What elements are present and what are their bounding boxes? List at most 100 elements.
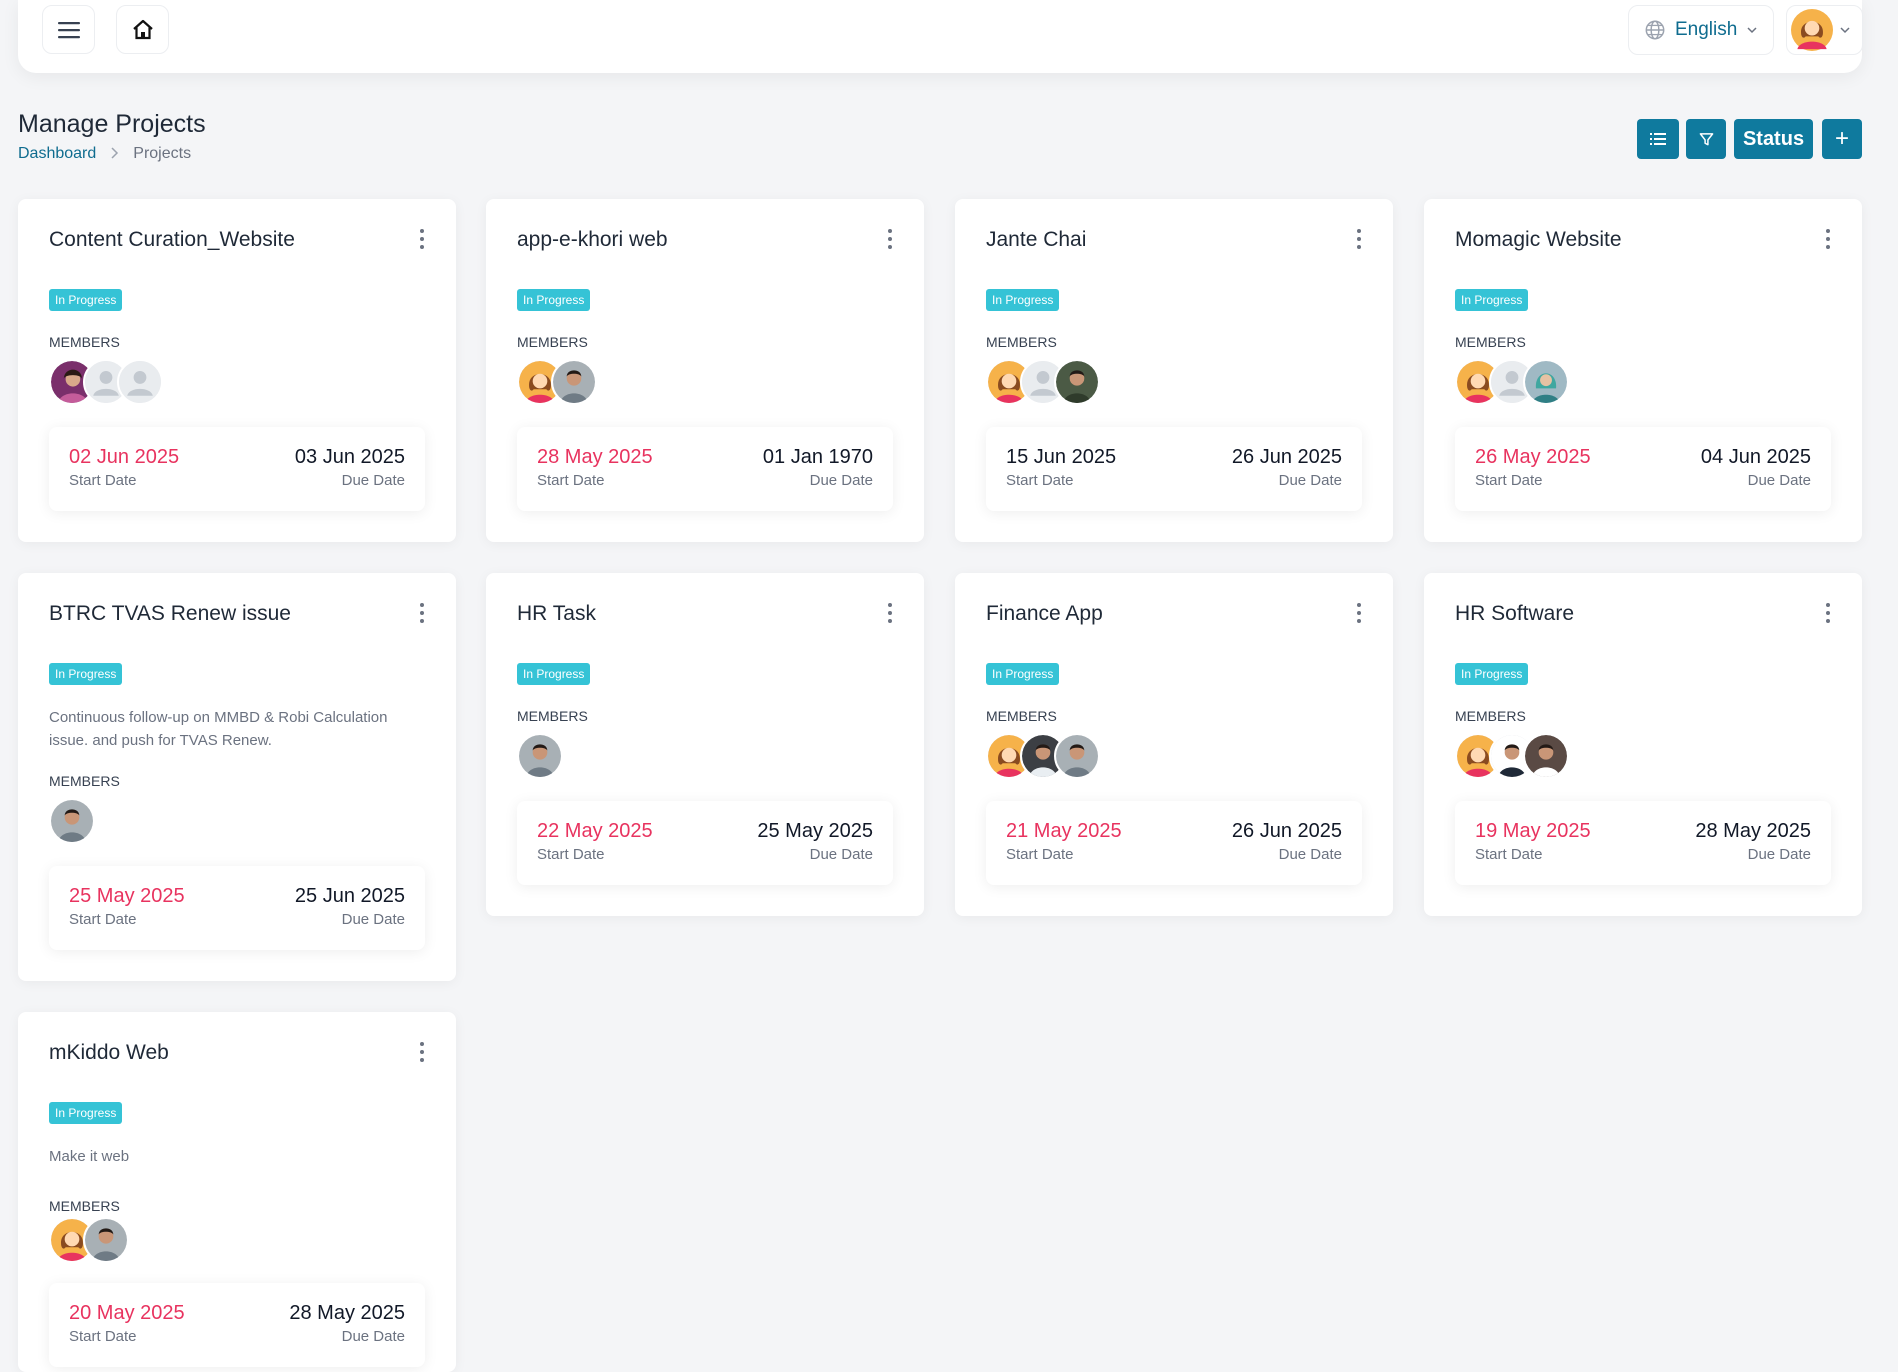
due-date-label: Due Date xyxy=(809,472,873,489)
project-card[interactable]: BTRC TVAS Renew issue In Progress Continuo… xyxy=(18,573,456,981)
more-options-icon[interactable] xyxy=(416,1042,428,1062)
members-label: MEMBERS xyxy=(1455,708,1526,724)
due-date-label: Due Date xyxy=(341,911,405,928)
start-date-label: Start Date xyxy=(537,846,605,863)
due-date-value: 01 Jan 1970 xyxy=(762,446,873,468)
project-title[interactable]: Finance App xyxy=(986,602,1103,626)
project-card[interactable]: app-e-khori web In Progress MEMBERS 28 May … xyxy=(486,199,924,542)
start-date-value: 21 May 2025 xyxy=(1006,820,1122,842)
more-options-icon[interactable] xyxy=(1822,603,1834,623)
filter-icon xyxy=(1699,132,1713,145)
member-avatar[interactable] xyxy=(551,359,597,405)
home-button[interactable] xyxy=(116,5,169,54)
due-date-label: Due Date xyxy=(1278,472,1342,489)
more-options-icon[interactable] xyxy=(1822,229,1834,249)
more-options-icon[interactable] xyxy=(884,603,896,623)
user-avatar xyxy=(1791,9,1833,51)
member-avatar[interactable] xyxy=(1523,733,1569,779)
member-avatars xyxy=(49,359,163,405)
globe-icon xyxy=(1645,20,1665,40)
due-date-value: 28 May 2025 xyxy=(289,1302,405,1324)
chevron-down-icon xyxy=(1840,27,1850,34)
due-date-value: 26 Jun 2025 xyxy=(1231,446,1342,468)
breadcrumb-current: Projects xyxy=(133,145,192,162)
start-date-value: 02 Jun 2025 xyxy=(69,446,180,468)
status-badge: In Progress xyxy=(49,289,123,311)
members-label: MEMBERS xyxy=(986,708,1057,724)
date-panel: 20 May 2025 28 May 2025 Start Date Due Date xyxy=(49,1283,425,1367)
date-panel: 02 Jun 2025 03 Jun 2025 Start Date Due Date xyxy=(49,427,425,511)
filter-button[interactable] xyxy=(1686,119,1726,159)
more-options-icon[interactable] xyxy=(1353,603,1365,623)
due-date-label: Due Date xyxy=(341,1328,405,1345)
project-title[interactable]: BTRC TVAS Renew issue xyxy=(49,602,291,626)
due-date-label: Due Date xyxy=(1278,846,1342,863)
chevron-right-icon xyxy=(110,146,119,162)
members-label: MEMBERS xyxy=(49,334,120,350)
members-label: MEMBERS xyxy=(49,1198,120,1214)
status-button[interactable]: Status xyxy=(1734,119,1813,159)
start-date-value: 28 May 2025 xyxy=(537,446,653,468)
project-card[interactable]: HR Task In Progress MEMBERS 22 May 2025 25 M… xyxy=(486,573,924,916)
date-panel: 15 Jun 2025 26 Jun 2025 Start Date Due Date xyxy=(986,427,1362,511)
status-badge: In Progress xyxy=(517,663,591,685)
members-label: MEMBERS xyxy=(517,334,588,350)
more-options-icon[interactable] xyxy=(1353,229,1365,249)
add-project-button[interactable]: + xyxy=(1822,119,1862,159)
start-date-label: Start Date xyxy=(1006,472,1074,489)
status-badge: In Progress xyxy=(986,289,1060,311)
member-avatar[interactable] xyxy=(1523,359,1569,405)
status-badge: In Progress xyxy=(49,663,123,685)
project-description: Continuous follow-up on MMBD & Robi Calc… xyxy=(49,709,388,749)
start-date-label: Start Date xyxy=(69,472,137,489)
project-card[interactable]: Finance App In Progress MEMBERS 21 May 2025… xyxy=(955,573,1393,916)
user-menu[interactable] xyxy=(1786,5,1863,55)
member-avatar[interactable] xyxy=(1054,359,1100,405)
project-title[interactable]: app-e-khori web xyxy=(517,228,668,252)
member-avatar[interactable] xyxy=(117,359,163,405)
project-card[interactable]: mKiddo Web In Progress Make it web MEMBERS 2… xyxy=(18,1012,456,1372)
member-avatars xyxy=(1455,733,1569,779)
member-avatars xyxy=(49,1217,129,1263)
project-title[interactable]: HR Task xyxy=(517,602,596,626)
date-panel: 22 May 2025 25 May 2025 Start Date Due Date xyxy=(517,801,893,885)
project-title[interactable]: Content Curation_Website xyxy=(49,228,295,252)
start-date-label: Start Date xyxy=(537,472,605,489)
menu-toggle-button[interactable] xyxy=(42,5,95,54)
due-date-label: Due Date xyxy=(1747,846,1811,863)
project-card[interactable]: Jante Chai In Progress MEMBERS 15 Jun 2025 2… xyxy=(955,199,1393,542)
due-date-label: Due Date xyxy=(1747,472,1811,489)
member-avatar[interactable] xyxy=(1054,733,1100,779)
member-avatar[interactable] xyxy=(83,1217,129,1263)
project-title[interactable]: Jante Chai xyxy=(986,228,1086,252)
status-badge: In Progress xyxy=(1455,663,1529,685)
project-card[interactable]: Momagic Website In Progress MEMBERS 26 May … xyxy=(1424,199,1862,542)
status-badge: In Progress xyxy=(1455,289,1529,311)
more-options-icon[interactable] xyxy=(416,229,428,249)
hamburger-icon xyxy=(57,21,80,38)
due-date-value: 25 Jun 2025 xyxy=(294,885,405,907)
more-options-icon[interactable] xyxy=(884,229,896,249)
members-label: MEMBERS xyxy=(49,773,120,789)
member-avatar[interactable] xyxy=(517,733,563,779)
date-panel: 28 May 2025 01 Jan 1970 Start Date Due Date xyxy=(517,427,893,511)
member-avatars xyxy=(986,733,1100,779)
project-card[interactable]: Content Curation_Website In Progress MEMBE… xyxy=(18,199,456,542)
project-title[interactable]: mKiddo Web xyxy=(49,1041,169,1065)
start-date-label: Start Date xyxy=(1475,846,1543,863)
project-card[interactable]: HR Software In Progress MEMBERS 19 May 2025… xyxy=(1424,573,1862,916)
breadcrumb-dashboard-link[interactable]: Dashboard xyxy=(18,145,96,163)
start-date-value: 20 May 2025 xyxy=(69,1302,185,1324)
start-date-value: 26 May 2025 xyxy=(1475,446,1591,468)
member-avatar[interactable] xyxy=(49,798,95,844)
top-navbar: English xyxy=(18,0,1863,73)
language-selector[interactable]: English xyxy=(1628,5,1774,55)
members-label: MEMBERS xyxy=(1455,334,1526,350)
list-view-button[interactable] xyxy=(1637,119,1679,159)
project-title[interactable]: Momagic Website xyxy=(1455,228,1622,252)
members-label: MEMBERS xyxy=(517,708,588,724)
member-avatars xyxy=(49,798,95,844)
date-panel: 21 May 2025 26 Jun 2025 Start Date Due Date xyxy=(986,801,1362,885)
project-title[interactable]: HR Software xyxy=(1455,602,1574,626)
more-options-icon[interactable] xyxy=(416,603,428,623)
